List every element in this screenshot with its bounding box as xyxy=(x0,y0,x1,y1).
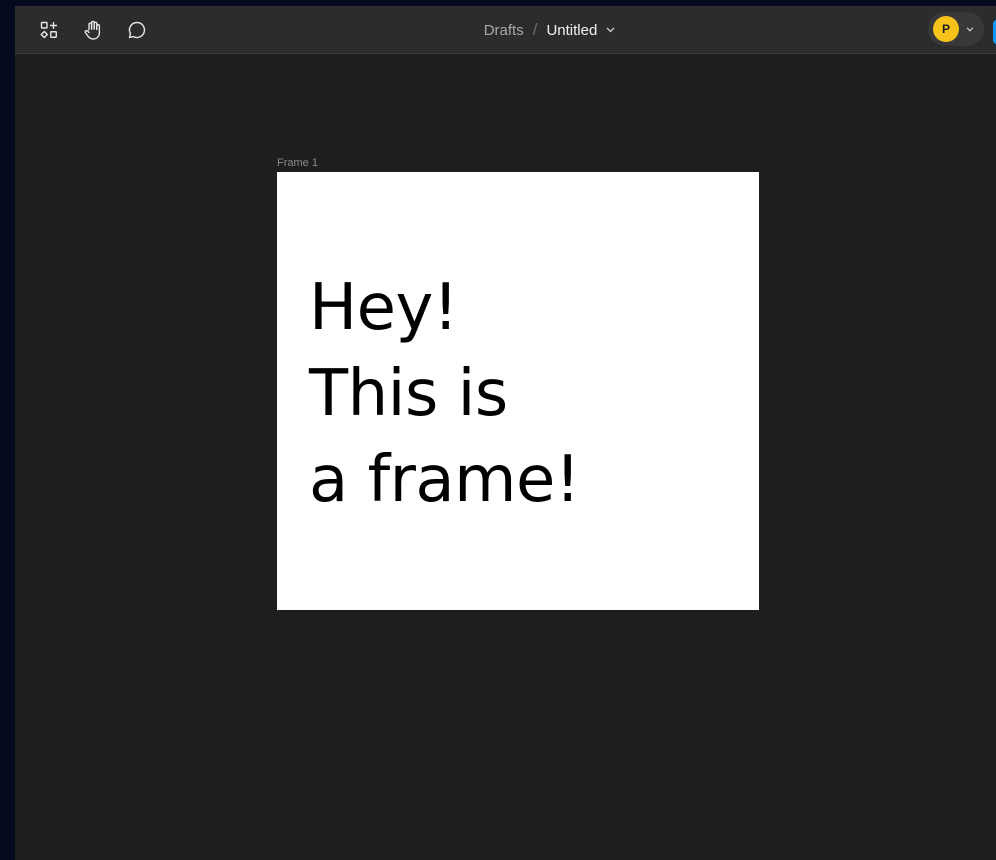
breadcrumb-separator: / xyxy=(532,20,538,39)
frame-text-line: This is xyxy=(309,357,508,431)
actions-icon xyxy=(40,21,57,39)
chevron-down-icon xyxy=(966,26,974,32)
breadcrumb-folder[interactable]: Drafts xyxy=(484,22,524,39)
comment-icon xyxy=(128,21,146,39)
file-name[interactable]: Untitled xyxy=(546,22,597,39)
hand-tool-button[interactable] xyxy=(77,14,109,46)
frame-text-line: Hey! xyxy=(309,271,459,345)
design-canvas[interactable]: Frame 1 Hey! This is a frame! xyxy=(15,54,996,860)
chevron-down-icon xyxy=(606,27,615,33)
frame-label[interactable]: Frame 1 xyxy=(277,157,318,169)
top-toolbar: Drafts / Untitled P xyxy=(15,6,996,54)
user-menu-button[interactable]: P xyxy=(928,12,984,46)
frame-text-layer[interactable]: Hey! This is a frame! xyxy=(309,265,581,523)
user-menu-chevron xyxy=(966,26,974,32)
comment-tool-button[interactable] xyxy=(121,14,153,46)
file-menu-button[interactable] xyxy=(606,27,615,33)
figma-window: Drafts / Untitled P Frame 1 Hey! This is… xyxy=(15,6,996,860)
actions-button[interactable] xyxy=(33,14,65,46)
hand-icon xyxy=(84,20,101,40)
avatar: P xyxy=(933,16,959,42)
frame-text-line: a frame! xyxy=(309,443,581,517)
breadcrumb: Drafts / Untitled xyxy=(59,6,996,54)
frame[interactable]: Hey! This is a frame! xyxy=(277,172,759,610)
